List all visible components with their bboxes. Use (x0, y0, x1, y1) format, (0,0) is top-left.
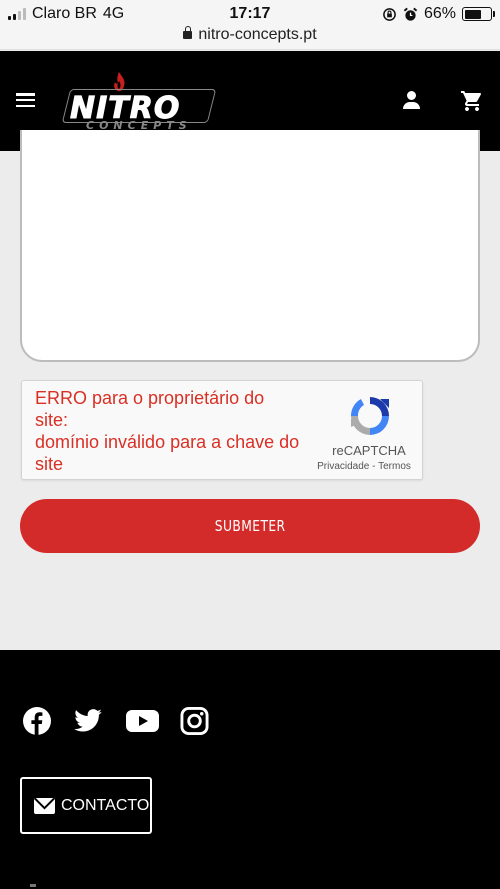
recaptcha-brand: reCAPTCHA (332, 443, 406, 458)
mail-icon (34, 797, 55, 814)
rotation-lock-icon (383, 7, 396, 21)
battery-percent: 66% (423, 5, 456, 22)
contact-button-label: CONTACTO (61, 796, 150, 814)
twitter-icon[interactable] (73, 706, 103, 736)
recaptcha-widget[interactable]: ERRO para o proprietário do site: domíni… (21, 380, 423, 480)
message-textarea[interactable] (20, 130, 480, 362)
hamburger-menu-icon[interactable] (16, 93, 35, 107)
nitro-concepts-logo[interactable]: NITRO CONCEPTS (61, 71, 217, 133)
recaptcha-links: Privacidade - Termos (304, 461, 424, 472)
alarm-icon (403, 7, 418, 21)
submit-button-label: SUBMETER (214, 517, 286, 535)
recaptcha-icon (350, 397, 389, 435)
youtube-icon[interactable] (126, 706, 159, 736)
page-fragment (30, 884, 36, 887)
contact-button[interactable]: CONTACTO (20, 777, 152, 834)
terms-link[interactable]: Termos (378, 461, 411, 472)
url-text: nitro-concepts.pt (198, 26, 317, 43)
address-bar[interactable]: nitro-concepts.pt (0, 26, 500, 44)
facebook-icon[interactable] (22, 706, 52, 736)
battery-icon (462, 7, 495, 21)
shopping-cart-icon[interactable] (460, 89, 484, 113)
site-footer: CONTACTO (0, 650, 500, 889)
link-separator: - (372, 461, 376, 472)
recaptcha-error-text: ERRO para o proprietário do site: domíni… (35, 388, 300, 474)
battery-level-fill (464, 9, 481, 19)
privacy-link[interactable]: Privacidade (317, 461, 369, 472)
status-icons: 66% (382, 5, 495, 23)
instagram-icon[interactable] (180, 706, 209, 736)
submit-button[interactable]: SUBMETER (20, 499, 480, 553)
user-icon[interactable] (402, 91, 422, 109)
lock-icon (183, 26, 193, 39)
status-bar: Claro BR 4G 17:17 66% nitro-concepts.pt (0, 0, 500, 50)
